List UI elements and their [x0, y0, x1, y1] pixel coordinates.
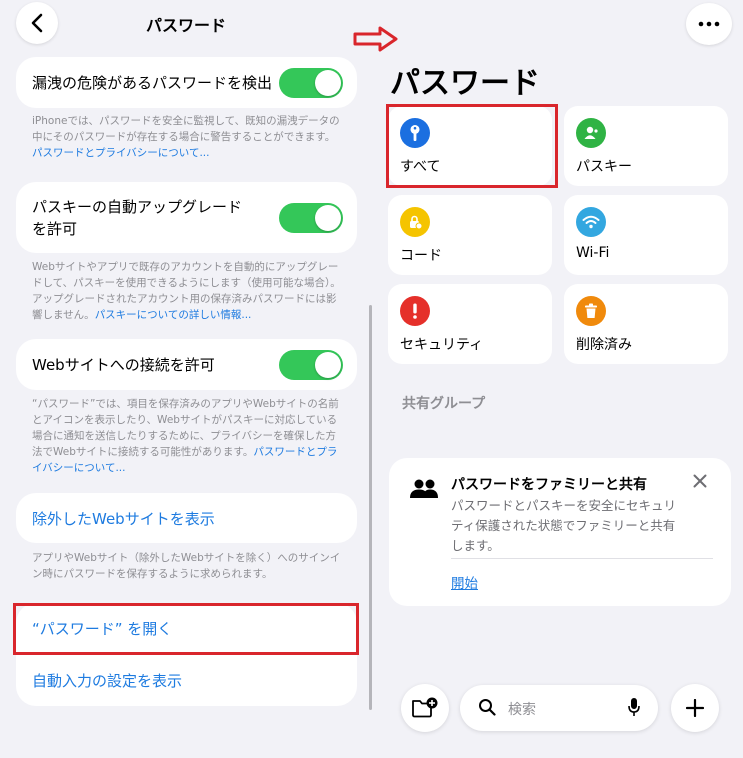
highlight-all-tile	[386, 104, 558, 188]
tile-wifi[interactable]: Wi-Fi	[564, 195, 728, 275]
settings-title: パスワード	[145, 16, 226, 35]
tile-passkeys-label: パスキー	[576, 159, 632, 175]
trash-icon	[576, 296, 606, 326]
shared-groups-heading: 共有グループ	[402, 396, 486, 412]
passkey-upgrade-switch[interactable]	[279, 202, 343, 233]
search-field[interactable]: 検索	[460, 685, 658, 731]
highlight-open-passwords	[13, 603, 359, 655]
more-button[interactable]	[686, 3, 732, 45]
passkey-info-link[interactable]: パスキーについての詳しい情報...	[95, 309, 252, 321]
page-title: パスワード	[390, 66, 540, 101]
privacy-link-1[interactable]: パスワードとプライバシーについて...	[32, 147, 210, 159]
ellipsis-icon	[698, 21, 720, 27]
tile-codes-label: コード	[400, 248, 442, 264]
leak-detection-row: 漏洩の危険があるパスワードを検出	[16, 57, 357, 108]
search-icon	[479, 699, 496, 716]
website-footnote: “パスワード”では、項目を保存済みのアプリやWebサイトの名前とアイコンを表示し…	[32, 398, 339, 474]
lock-clock-icon	[400, 207, 430, 237]
close-icon[interactable]	[693, 474, 707, 488]
passkey-upgrade-label: パスキーの自動アップグレード を許可	[32, 197, 243, 238]
plus-icon	[686, 699, 704, 717]
start-link[interactable]: 開始	[451, 572, 478, 592]
excluded-sites-row[interactable]: 除外したWebサイトを表示	[16, 493, 357, 543]
family-sharing-description: パスワードとパスキーを安全にセキュリティ保護された状態でファミリーと共有します。	[451, 498, 677, 553]
family-sharing-card: パスワードをファミリーと共有 パスワードとパスキーを安全にセキュリティ保護された…	[389, 458, 731, 606]
settings-panel: パスワード 漏洩の危険があるパスワードを検出 iPhoneでは、パスワードを安全…	[0, 0, 372, 758]
family-separator	[451, 558, 713, 559]
autofill-settings-link[interactable]: 自動入力の設定を表示	[16, 655, 357, 706]
new-folder-button[interactable]	[401, 684, 449, 732]
tile-passkeys[interactable]: パスキー	[564, 106, 728, 186]
microphone-icon[interactable]	[628, 697, 640, 717]
family-sharing-title: パスワードをファミリーと共有	[451, 477, 647, 493]
website-connection-label: Webサイトへの接続を許可	[32, 355, 215, 374]
exclamation-icon	[400, 296, 430, 326]
excluded-footnote: アプリやWebサイト（除外したWebサイトを除く）へのサインイン時にパスワードを…	[32, 552, 341, 580]
excluded-sites-link[interactable]: 除外したWebサイトを表示	[16, 493, 357, 543]
people-icon	[410, 479, 438, 498]
folder-plus-icon	[412, 697, 438, 718]
person-badge-icon	[576, 118, 606, 148]
website-connection-row: Webサイトへの接続を許可	[16, 339, 357, 390]
leak-footnote: iPhoneでは、パスワードを安全に監視して、既知の漏洩データの中にそのパスワー…	[32, 115, 340, 159]
tile-deleted-label: 削除済み	[576, 337, 632, 353]
tile-wifi-label: Wi-Fi	[576, 245, 610, 261]
search-placeholder: 検索	[508, 702, 536, 718]
passwords-app-panel: パスワード すべて パスキー コード Wi-Fi セキュリティ 削除済み 共有グ…	[378, 0, 743, 758]
leak-detection-switch[interactable]	[279, 67, 343, 98]
tile-security[interactable]: セキュリティ	[388, 284, 552, 364]
add-button[interactable]	[671, 684, 719, 732]
tile-codes[interactable]: コード	[388, 195, 552, 275]
passkey-footnote: Webサイトやアプリで既存のアカウントを自動的にアップグレードして、パスキーを使…	[32, 261, 341, 321]
website-connection-switch[interactable]	[279, 349, 343, 380]
wifi-icon	[576, 207, 606, 237]
tile-security-label: セキュリティ	[400, 337, 484, 353]
scrollbar[interactable]	[369, 305, 372, 710]
leak-detection-label: 漏洩の危険があるパスワードを検出	[32, 73, 273, 92]
tile-deleted[interactable]: 削除済み	[564, 284, 728, 364]
autofill-settings-row[interactable]: 自動入力の設定を表示	[16, 655, 357, 706]
passkey-upgrade-row: パスキーの自動アップグレード を許可	[16, 182, 357, 253]
